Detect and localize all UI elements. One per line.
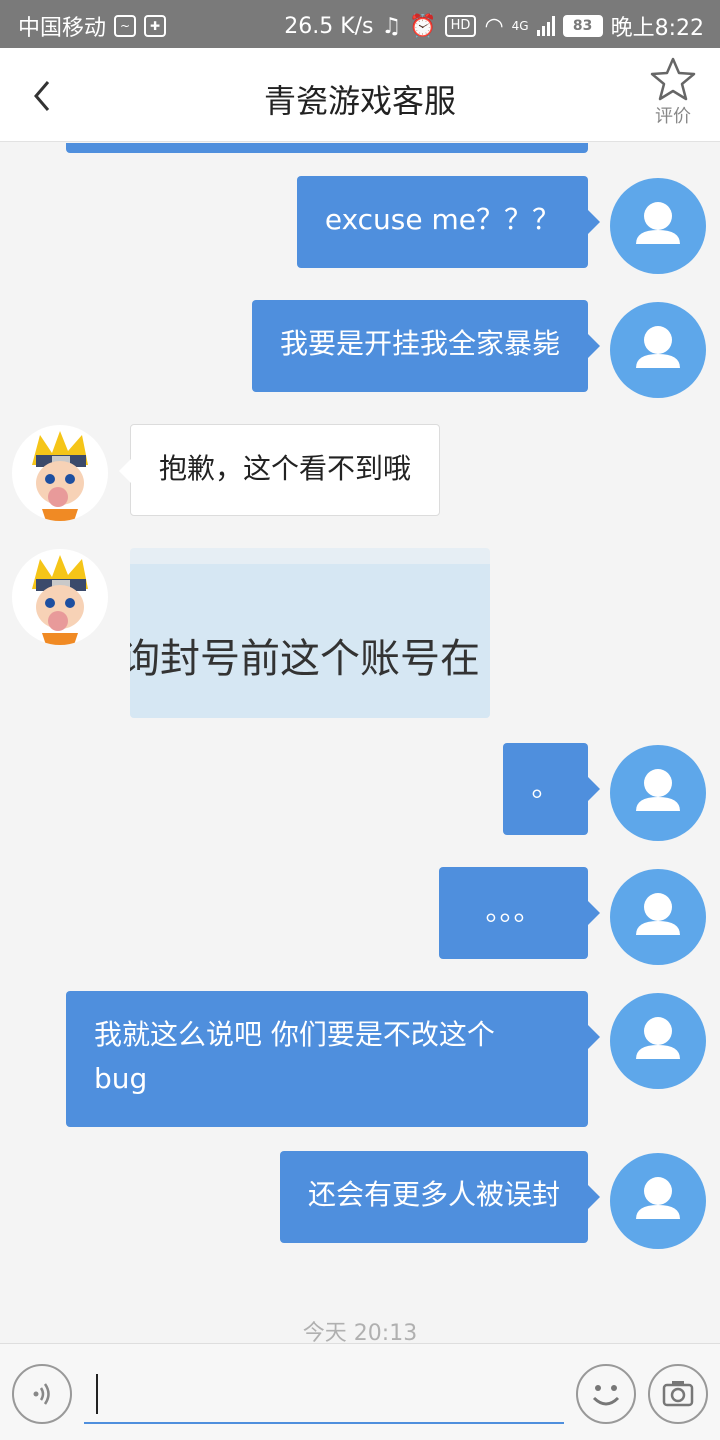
carrier-label: 中国移动 [18, 16, 107, 41]
rate-button[interactable]: 评价 [640, 56, 706, 128]
message-bubble[interactable]: excuse me？？？ [296, 176, 601, 268]
user-avatar[interactable] [610, 745, 706, 841]
chat-area[interactable]: excuse me？？？ 我要是开挂我全家暴毙 抱歉，这个看不到哦 询封号前这个… [0, 143, 720, 1343]
message-bubble[interactable]: 还会有更多人被误封 [279, 1151, 601, 1243]
message-row: excuse me？？？ [0, 176, 720, 274]
message-row: 。。。 [0, 867, 720, 965]
message-row: 我要是开挂我全家暴毙 [0, 300, 720, 398]
user-avatar[interactable] [610, 302, 706, 398]
headphones-icon: ♫ [381, 13, 402, 39]
clock: 晚上8:22 [610, 16, 704, 41]
person-icon [636, 1017, 680, 1059]
notification-icon: ✚ [144, 15, 167, 37]
emoji-icon [592, 1385, 620, 1406]
message-bubble[interactable]: 。。。 [439, 867, 600, 959]
signal-icon [536, 16, 555, 36]
message-row: 还会有更多人被误封 [0, 1151, 720, 1249]
person-icon [636, 326, 680, 368]
status-bar: 中国移动 ~ ✚ 26.5 K/s ♫ ⏰ HD ◠ 4G 83 晚上8:22 [0, 0, 720, 48]
text-caret [96, 1374, 98, 1414]
camera-button[interactable] [648, 1364, 708, 1424]
voice-button[interactable] [12, 1364, 72, 1424]
user-avatar[interactable] [610, 178, 706, 274]
voice-icon [33, 1383, 50, 1405]
message-bubble[interactable]: 。 [503, 743, 600, 835]
cartoon-avatar-icon [32, 431, 88, 521]
chat-header: 青瓷游戏客服 评价 [0, 48, 720, 142]
camera-icon [662, 1381, 694, 1407]
message-line: 我就这么说吧 你们要是不改这个 [94, 1018, 495, 1051]
emoji-button[interactable] [576, 1364, 636, 1424]
image-message[interactable]: 询封号前这个账号在 [130, 548, 490, 718]
message-bubble[interactable]: 我要是开挂我全家暴毙 [251, 300, 601, 392]
message-row: 我就这么说吧 你们要是不改这个 bug [0, 991, 720, 1127]
message-bubble-partial [66, 143, 588, 153]
activity-icon: ~ [114, 15, 137, 37]
input-bar [0, 1343, 720, 1440]
message-bubble[interactable]: 我就这么说吧 你们要是不改这个 bug [66, 991, 600, 1127]
image-text: 询封号前这个账号在 [130, 636, 480, 682]
wifi-icon: ◠ [484, 13, 504, 39]
network-type: 4G [511, 19, 529, 33]
person-icon [636, 1177, 680, 1219]
timestamp: 今天 20:13 [302, 1321, 418, 1343]
message-row: 。 [0, 743, 720, 841]
message-bubble[interactable]: 抱歉，这个看不到哦 [118, 424, 441, 516]
star-icon [650, 57, 696, 101]
page-title: 青瓷游戏客服 [263, 82, 456, 120]
message-row: 询封号前这个账号在 [0, 548, 720, 718]
user-avatar[interactable] [610, 869, 706, 965]
person-icon [636, 202, 680, 244]
rate-label: 评价 [655, 106, 691, 127]
user-avatar[interactable] [610, 1153, 706, 1249]
cartoon-avatar-icon [32, 555, 88, 645]
battery-icon: 83 [562, 15, 603, 37]
hd-icon: HD [444, 15, 477, 37]
person-icon [636, 893, 680, 935]
person-icon [636, 769, 680, 811]
alarm-icon: ⏰ [409, 13, 437, 39]
user-avatar[interactable] [610, 993, 706, 1089]
agent-avatar[interactable] [12, 425, 108, 521]
agent-avatar[interactable] [12, 549, 108, 645]
message-row: 抱歉，这个看不到哦 [0, 424, 720, 521]
network-speed: 26.5 K/s [284, 13, 374, 39]
message-input[interactable] [84, 1362, 564, 1424]
message-line: bug [94, 1062, 148, 1095]
